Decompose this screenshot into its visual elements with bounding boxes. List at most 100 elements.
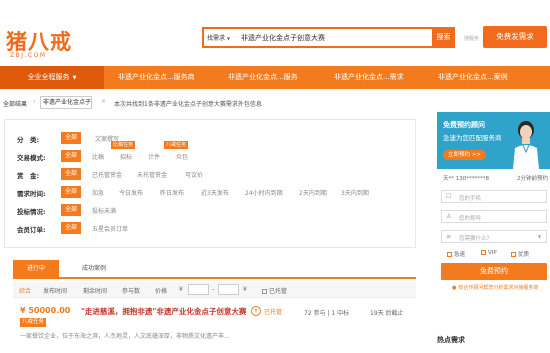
post-need-button[interactable]: 免费发需求	[483, 26, 547, 48]
close-icon[interactable]: ×	[101, 98, 106, 105]
free-booking-button[interactable]: 免费预约	[441, 263, 547, 280]
task-title[interactable]: "走进慈溪，拥抱非遗"非遗产业化金点子创意大赛	[81, 306, 246, 317]
mode-subtag: 比稿任务	[111, 141, 136, 149]
task-item: ¥ 50000.00 八戒任务 "走进慈溪，拥抱非遗"非遗产业化金点子创意大赛 …	[13, 306, 416, 353]
mode-subtag: 八戒任务	[164, 141, 189, 149]
result-tabs: 进行中 成功案例	[13, 260, 416, 279]
filter-option[interactable]: 未托管赏金	[137, 170, 167, 179]
nav-item-needs[interactable]: 非遗产业化金点...需求	[334, 66, 404, 89]
recent-booking-time: 2分钟前预约	[517, 176, 548, 182]
check-urgent[interactable]: 急速	[447, 250, 465, 258]
search-button[interactable]: 搜索	[432, 29, 455, 46]
escrow-checkbox[interactable]: 已托管	[262, 286, 287, 295]
consult-note: ● 有合作顾问帮您分析需求对接服务商	[452, 284, 538, 291]
search-input[interactable]	[241, 31, 421, 45]
breadcrumb: 全部结果 › 非遗产业化金点子 × 本次共找到1条非遗产业化金点子创意大赛需求外…	[0, 95, 550, 111]
task-description: 一家餐饮企业，位于东海之滨，人杰地灵，人文底蕴深厚，非物质文化遗产丰...	[20, 333, 230, 340]
sort-comprehensive[interactable]: 综合	[19, 286, 31, 295]
filter-label: 会员订单:	[17, 226, 46, 234]
filter-option[interactable]: 投标未满	[92, 206, 116, 215]
checkbox-icon	[511, 252, 516, 257]
banner-subtitle: 急速为您匹配服务商	[443, 134, 502, 142]
price-min-input[interactable]	[188, 284, 209, 295]
filter-row-category: 分 类: 全部 文案撰写	[17, 132, 412, 144]
filter-option[interactable]: 24小时内到期	[245, 188, 283, 197]
logo-domain: ZBJ.COM	[10, 52, 47, 59]
price-unit: ¥	[243, 286, 247, 293]
sort-bar: 综合 发布时间 剩余时间 参与数 价格 ¥ - ¥ 已托管	[13, 282, 416, 298]
sort-remaining-time[interactable]: 剩余时间	[83, 286, 107, 295]
filter-option[interactable]: 加急	[92, 188, 104, 197]
chevron-down-icon: ▼	[537, 234, 541, 239]
checkbox-icon	[447, 252, 452, 257]
sort-price[interactable]: 价格	[155, 286, 167, 295]
filter-label: 投标情况:	[17, 208, 46, 216]
filter-row-member: 会员订单: 全部 五星会员订单	[17, 222, 412, 234]
result-summary: 本次共找到1条非遗产业化金点子创意大赛需求外包信息	[114, 101, 262, 108]
filter-option-all[interactable]: 全部	[61, 168, 82, 180]
task-mode-badge: 八戒任务	[20, 318, 47, 327]
price-max-input[interactable]	[218, 284, 239, 295]
filter-option[interactable]: 2天内到期	[299, 188, 327, 197]
breadcrumb-keyword-tag[interactable]: 非遗产业化金点子	[40, 96, 92, 109]
banner-reserve-button[interactable]: 立即预约 >>	[443, 150, 486, 160]
filter-option[interactable]: 可议价	[185, 170, 203, 179]
filter-option-all[interactable]: 全部	[61, 222, 82, 234]
filter-panel: 分 类: 全部 文案撰写 交易模式: 全部 比稿任务 比稿 招标 八戒任务 计件…	[4, 119, 416, 248]
filter-option[interactable]: 五星会员订单	[92, 224, 128, 233]
filter-option-all[interactable]: 全部	[61, 204, 82, 216]
filter-label: 赏 金:	[17, 172, 40, 180]
nav-all-services[interactable]: 全业全程服务 ▼	[0, 66, 104, 89]
consultant-avatar	[513, 121, 539, 169]
check-quality[interactable]: 优质	[511, 250, 529, 258]
nav-all-label: 全业全程服务	[27, 73, 70, 81]
filter-option[interactable]: 计件	[148, 152, 160, 161]
filter-option[interactable]: 今日发布	[119, 188, 143, 197]
header: 猪八戒 ZBJ.COM 找需求▼ 搜索 搜服务 免费发需求	[0, 0, 550, 66]
check-vip[interactable]: VIP	[481, 250, 497, 256]
filter-label: 分 类:	[17, 136, 40, 144]
filter-option[interactable]: 比稿	[92, 152, 104, 161]
nav-item-cases[interactable]: 非遗产业化金点...案例	[438, 66, 508, 89]
phone-icon: ☐	[446, 193, 452, 200]
list-icon: ≡	[446, 233, 452, 240]
need-select[interactable]: ≡ 您需要什么？ ▼	[441, 230, 547, 243]
filter-option-all[interactable]: 全部	[61, 150, 82, 162]
filter-option[interactable]: 昨日发布	[160, 188, 184, 197]
nav-item-providers[interactable]: 非遗产业化金点...服务商	[118, 66, 195, 89]
search-type-select[interactable]: 找需求 ▼	[207, 33, 230, 42]
sort-participants[interactable]: 参与数	[122, 286, 140, 295]
check-urgent-label: 急速	[454, 252, 466, 258]
sort-publish-time[interactable]: 发布时间	[43, 286, 67, 295]
phone-field[interactable]: ☐ 您的手机	[441, 190, 547, 203]
filter-option[interactable]: 近3天发布	[201, 188, 229, 197]
service-options: 急速 VIP 优质	[447, 250, 547, 262]
tab-success-cases[interactable]: 成功案例	[71, 260, 117, 277]
checkbox-icon	[481, 250, 486, 255]
filter-row-mode: 交易模式: 全部 比稿任务 比稿 招标 八戒任务 计件 众包	[17, 141, 412, 162]
filter-row-reward: 赏 金: 全部 已托管赏金 未托管赏金 可议价	[17, 168, 412, 180]
search-services-link[interactable]: 搜服务	[464, 35, 479, 42]
chevron-down-icon: ▼	[72, 75, 77, 81]
nav-item-services[interactable]: 非遗产业化金点...服务	[228, 66, 298, 89]
chevron-right-icon: ›	[33, 98, 36, 105]
filter-option[interactable]: 招标	[120, 152, 132, 161]
banner-title: 免费预约顾问	[443, 121, 485, 129]
breadcrumb-root[interactable]: 全部结果	[3, 99, 27, 108]
filter-option-all[interactable]: 全部	[61, 186, 82, 198]
search-type-label: 找需求	[207, 35, 226, 42]
tab-in-progress[interactable]: 进行中	[13, 260, 59, 277]
filter-option[interactable]: 已托管赏金	[92, 170, 122, 179]
search-bar: 找需求▼ 搜索	[202, 27, 455, 48]
chevron-down-icon: ▼	[227, 36, 231, 41]
filter-label: 交易模式:	[17, 154, 46, 162]
name-field[interactable]: ♙ 您的称呼	[441, 210, 547, 223]
filter-option[interactable]: 众包	[176, 152, 188, 161]
filter-option[interactable]: 3天内到期	[341, 188, 369, 197]
check-vip-label: VIP	[488, 250, 497, 256]
task-deadline: 19天 后截止	[370, 310, 404, 317]
filter-option-all[interactable]: 全部	[61, 132, 82, 144]
filter-row-time: 需求时间: 全部 加急 今日发布 昨日发布 近3天发布 24小时内到期 2天内到…	[17, 186, 412, 198]
price-range-dash: -	[212, 286, 215, 293]
check-quality-label: 优质	[518, 252, 530, 258]
